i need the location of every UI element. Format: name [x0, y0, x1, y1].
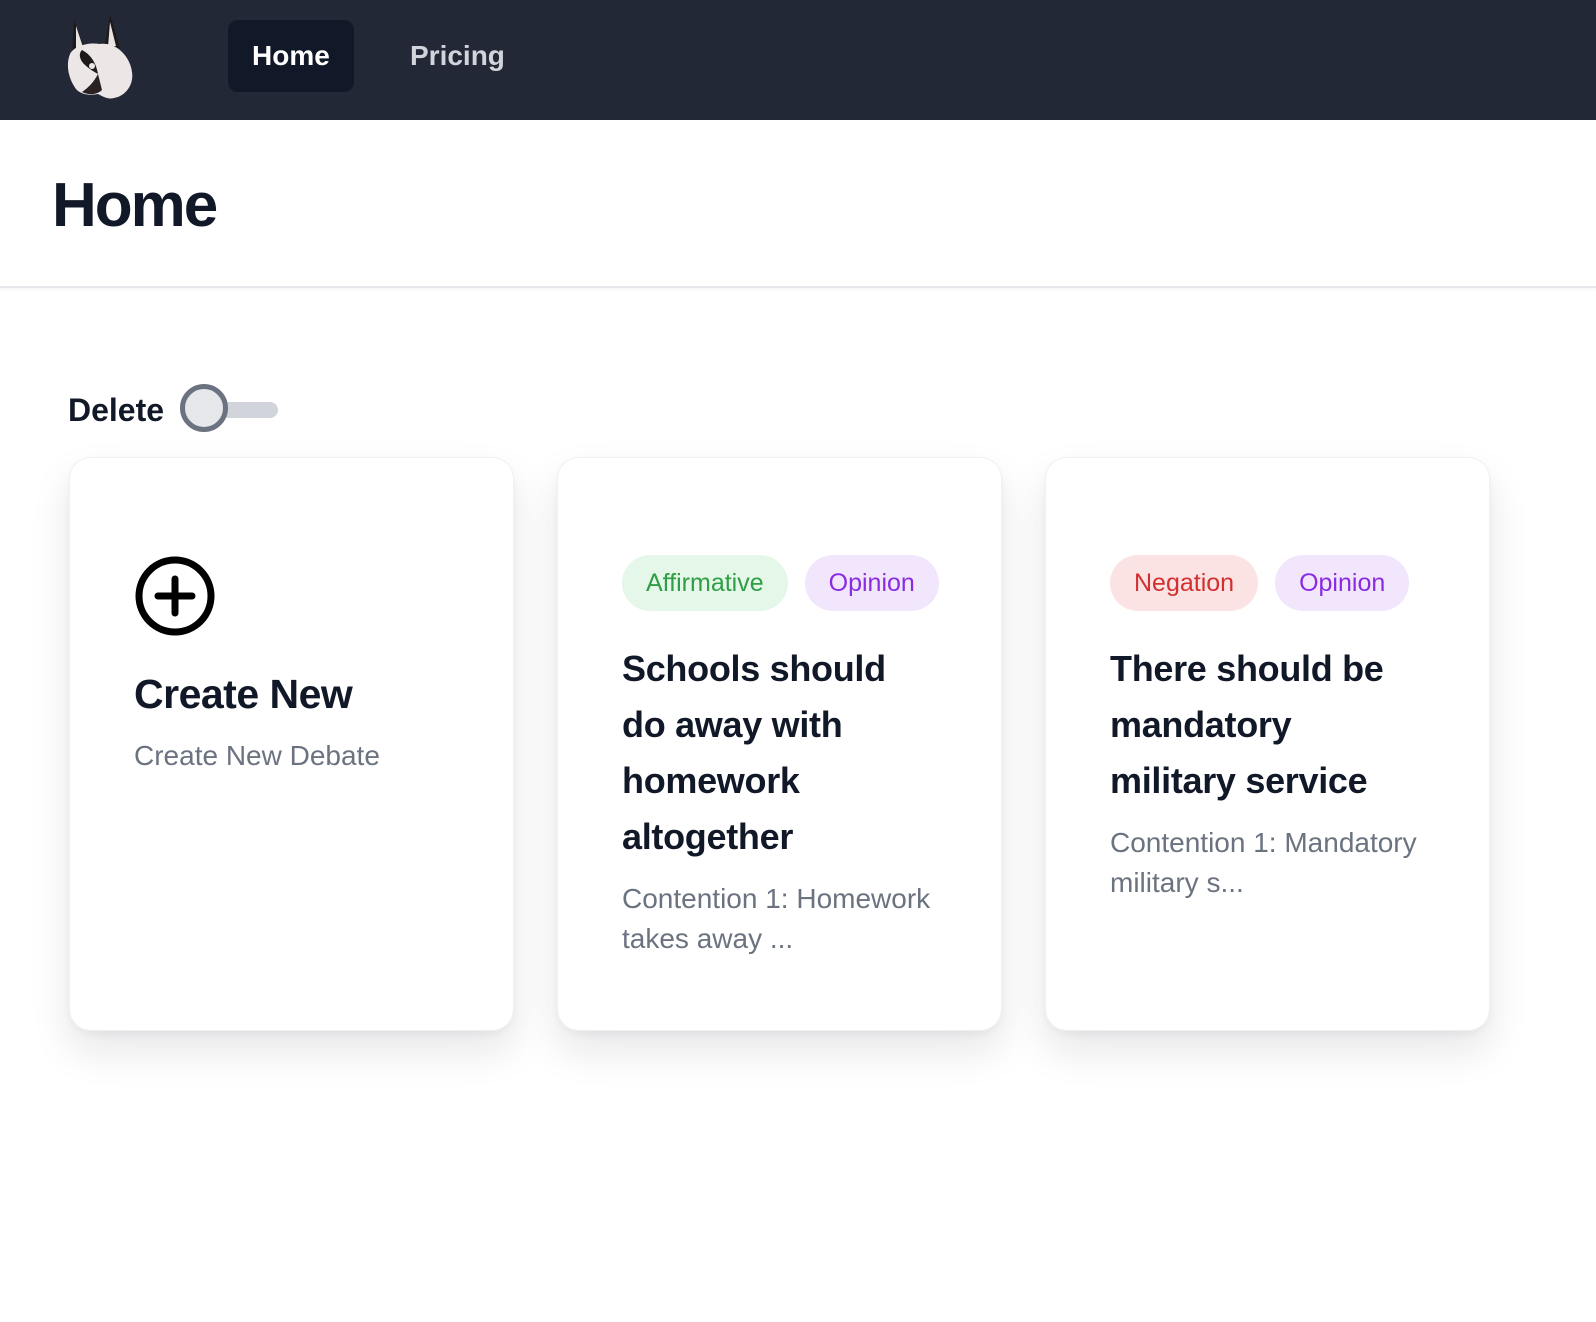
negation-tag: Negation [1110, 555, 1259, 611]
delete-toggle[interactable] [180, 384, 279, 436]
tag-list: Negation Opinion [1110, 555, 1425, 611]
nav-home-link[interactable]: Home [228, 20, 354, 92]
create-new-subtitle: Create New Debate [134, 740, 380, 771]
debate-card[interactable]: Affirmative Opinion Schools should do aw… [557, 457, 1002, 1031]
tag-list: Affirmative Opinion [622, 555, 939, 611]
toggle-knob[interactable] [180, 384, 229, 432]
plus-circle-icon [135, 556, 215, 636]
delete-toggle-row: Delete [68, 384, 279, 436]
nav-pricing-link[interactable]: Pricing [386, 20, 529, 92]
debate-title: There should be mandatory military servi… [1110, 648, 1384, 801]
debate-card[interactable]: Negation Opinion There should be mandato… [1045, 457, 1490, 1031]
affirmative-tag: Affirmative [622, 555, 788, 611]
fox-logo-icon[interactable] [64, 12, 136, 102]
top-navigation: Home Pricing [0, 0, 1596, 120]
debate-title: Schools should do away with homework alt… [622, 648, 886, 857]
opinion-tag: Opinion [1275, 555, 1410, 611]
delete-label: Delete [68, 391, 165, 428]
create-new-card[interactable]: Create New Create New Debate [69, 457, 514, 1031]
opinion-tag: Opinion [804, 555, 939, 611]
page-header: Home [0, 120, 1596, 288]
debate-excerpt: Contention 1: Homework takes away ... [622, 883, 931, 954]
debate-excerpt: Contention 1: Mandatory military s... [1110, 827, 1417, 898]
create-new-title: Create New [134, 671, 353, 717]
page-title: Home [52, 171, 218, 240]
